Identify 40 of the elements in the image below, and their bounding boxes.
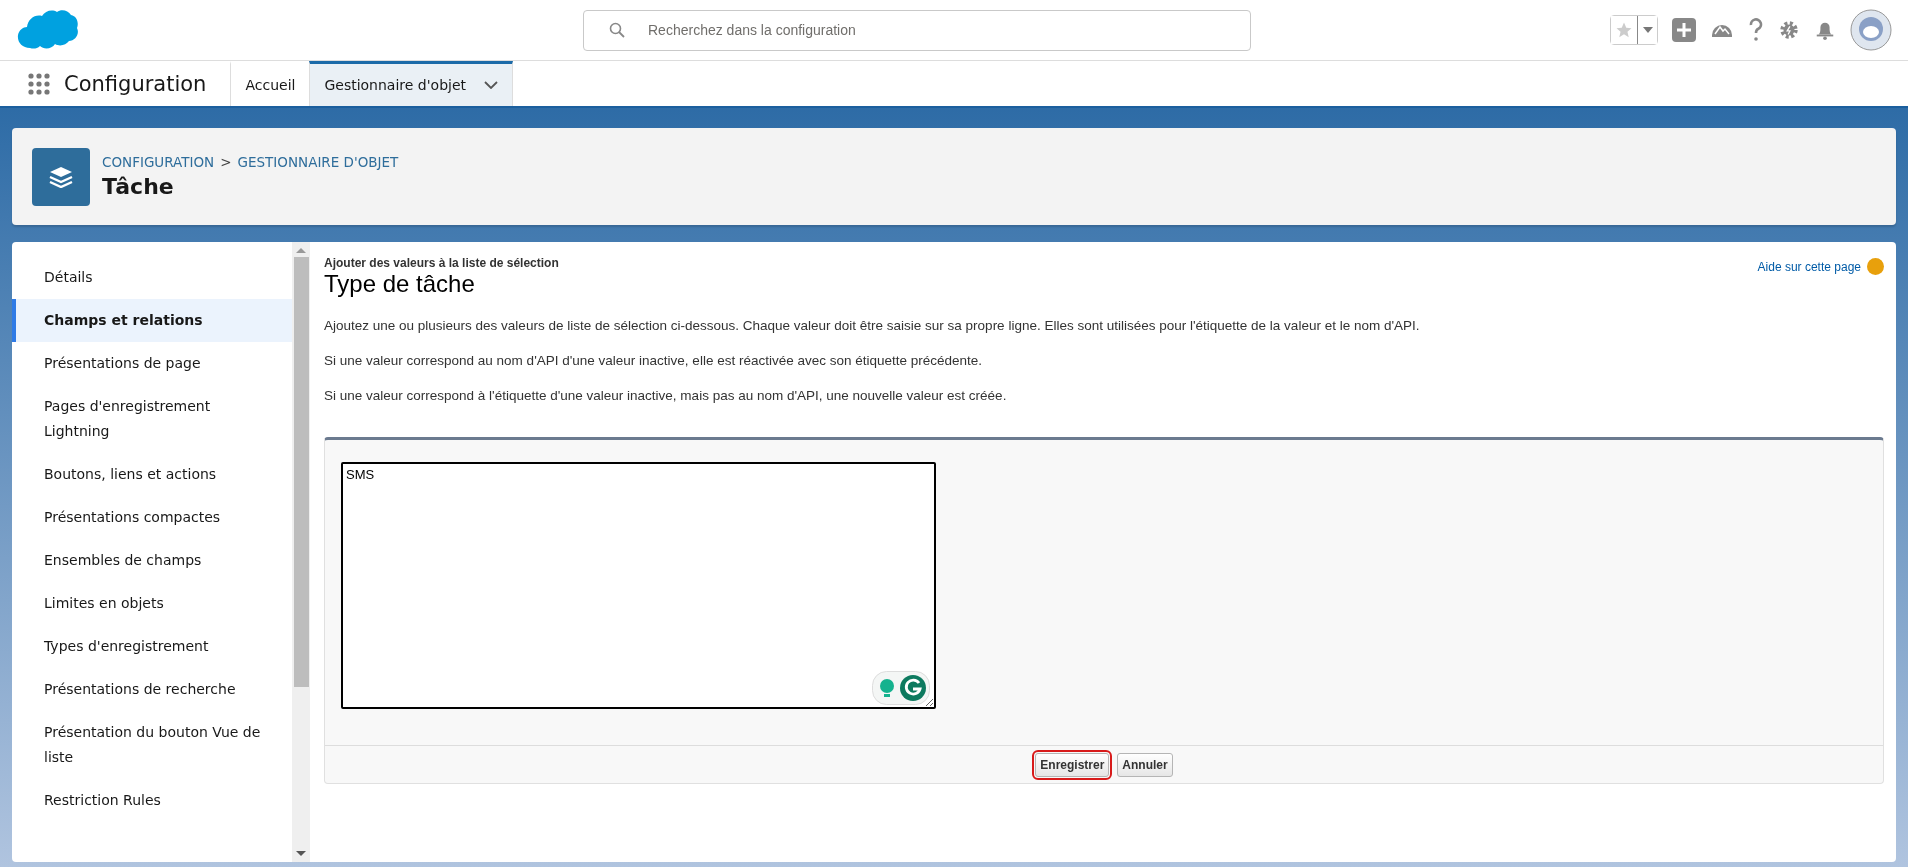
sidebar-item[interactable]: Pages d'enregistrement Lightning bbox=[12, 385, 292, 453]
instruction-text: Si une valeur correspond à l'étiquette d'une valeur inactive, mais pas au nom d'API, une nouvelle valeur est créée. bbox=[324, 388, 1008, 403]
settings-icon[interactable] bbox=[1778, 19, 1800, 41]
sidebar-item[interactable]: Présentations de recherche bbox=[12, 668, 292, 711]
app-launcher-icon[interactable] bbox=[28, 72, 50, 95]
form-button[interactable]: Annuler bbox=[1117, 753, 1173, 777]
sidebar-item[interactable]: Détails bbox=[12, 256, 292, 299]
instruction-text: Si une valeur correspond au nom d'API d'une valeur inactive, elle est réactivée avec son étiquette précédente. bbox=[324, 353, 984, 368]
sidebar-item[interactable]: Champs et relations bbox=[12, 299, 292, 342]
app-name: Configuration bbox=[64, 71, 207, 96]
avatar[interactable] bbox=[1850, 9, 1892, 51]
sidebar-item[interactable]: Boutons, liens et actions bbox=[12, 453, 292, 496]
scrollbar[interactable] bbox=[292, 242, 310, 862]
sidebar-item[interactable]: Ensembles de champs bbox=[12, 539, 292, 582]
layers-icon bbox=[32, 147, 90, 206]
help-link[interactable]: Aide sur cette page bbox=[1757, 258, 1884, 275]
section-title: Type de tâche bbox=[324, 270, 476, 298]
values-textarea[interactable]: SMS bbox=[341, 462, 936, 709]
grammarly-widget[interactable] bbox=[872, 671, 930, 705]
breadcrumb-link[interactable]: CONFIGURATION bbox=[102, 154, 215, 170]
sidebar-item[interactable]: Présentation du bouton Vue de liste bbox=[12, 711, 292, 779]
sidebar-item[interactable]: Restriction Rules bbox=[12, 779, 292, 822]
instruction-text: Ajoutez une ou plusieurs des valeurs de liste de sélection ci-dessous. Chaque valeur doit être saisie sur sa propre ligne. Elles sont utilisées pour l'étiquette de la valeur et le nom d'API. bbox=[324, 318, 1421, 333]
page-title: Tâche bbox=[102, 174, 175, 199]
favorites-dropdown-button[interactable] bbox=[1637, 16, 1657, 44]
breadcrumb-link[interactable]: GESTIONNAIRE D'OBJET bbox=[237, 154, 399, 170]
cloud-logo bbox=[16, 8, 78, 52]
caret-icon bbox=[1642, 27, 1653, 33]
page-subtitle: Ajouter des valeurs à la liste de sélection bbox=[324, 256, 559, 270]
sidebar-item[interactable]: Limites en objets bbox=[12, 582, 292, 625]
plus-icon[interactable] bbox=[1672, 18, 1696, 42]
star-icon bbox=[1615, 21, 1633, 39]
sidebar-item[interactable]: Types d'enregistrement bbox=[12, 625, 292, 668]
form-button[interactable]: Enregistrer bbox=[1035, 753, 1110, 777]
sidebar-item[interactable]: Présentations compactes bbox=[12, 496, 292, 539]
nav-tab[interactable]: Gestionnaire d'objet bbox=[309, 61, 514, 106]
search-icon bbox=[609, 21, 625, 38]
breadcrumb-separator: > bbox=[220, 154, 232, 170]
search-field[interactable]: Recherchez dans la configuration bbox=[583, 9, 1251, 51]
sidebar-item[interactable]: Présentations de page bbox=[12, 342, 292, 385]
